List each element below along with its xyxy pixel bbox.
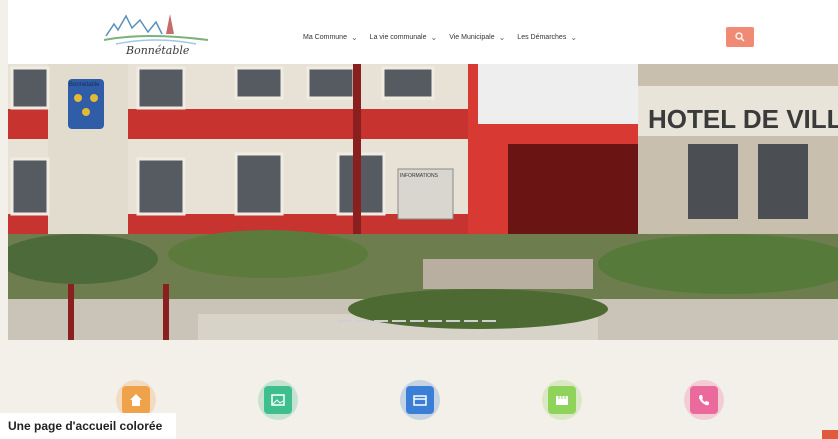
tile-phone[interactable] [690,386,718,414]
nav-label: Ma Commune [303,34,347,41]
slider-dot[interactable] [446,320,460,322]
slider-dots[interactable] [338,320,496,322]
tile-card[interactable] [406,386,434,414]
slider-dot[interactable] [464,320,478,322]
main-nav: Ma Commune ⌄ La vie communale ⌄ Vie Muni… [303,33,577,42]
chevron-down-icon: ⌄ [570,33,578,42]
phone-icon [699,395,709,406]
nav-vie-municipale[interactable]: Vie Municipale ⌄ [449,33,505,42]
information-panel-label: INFORMATIONS [400,173,439,179]
nav-vie-communale[interactable]: La vie communale ⌄ [370,33,438,42]
site-header: Bonnétable Ma Commune ⌄ La vie communale… [8,0,838,64]
logo-illustration [103,14,209,45]
screenshot-caption: Une page d'accueil colorée [0,413,177,439]
site-logo[interactable]: Bonnétable [96,6,216,64]
image-icon [271,394,285,406]
search-icon [735,32,745,42]
slider-dot[interactable] [428,320,442,322]
slider-dot[interactable] [338,320,352,322]
coat-of-arms-label: Bonnétable [69,82,100,88]
logo-text: Bonnétable [126,44,190,57]
search-button[interactable] [726,27,754,47]
tile-film[interactable] [548,386,576,414]
slider-dot[interactable] [410,320,424,322]
home-icon [130,394,142,406]
slider-dot[interactable] [374,320,388,322]
chevron-down-icon: ⌄ [430,33,438,42]
nav-les-demarches[interactable]: Les Démarches ⌄ [517,33,577,42]
nav-label: La vie communale [369,34,427,41]
tile-image[interactable] [264,386,292,414]
chevron-down-icon: ⌄ [498,33,506,42]
nav-ma-commune[interactable]: Ma Commune ⌄ [303,33,358,42]
hero-image: Bonnétable INFORMATIONS HOTEL DE VILL [8,64,838,340]
chevron-down-icon: ⌄ [350,33,358,42]
hotel-de-ville-sign: HOTEL DE VILL [648,104,838,134]
nav-label: Les Démarches [517,34,567,41]
slider-dot[interactable] [356,320,370,322]
film-icon [556,396,568,405]
town-hall-illustration: Bonnétable INFORMATIONS HOTEL DE VILL [8,64,838,340]
tile-home[interactable] [122,386,150,414]
nav-label: Vie Municipale [449,34,495,41]
card-icon [413,395,427,406]
scroll-top-button[interactable] [822,430,838,439]
slider-dot[interactable] [482,320,496,322]
slider-dot[interactable] [392,320,406,322]
